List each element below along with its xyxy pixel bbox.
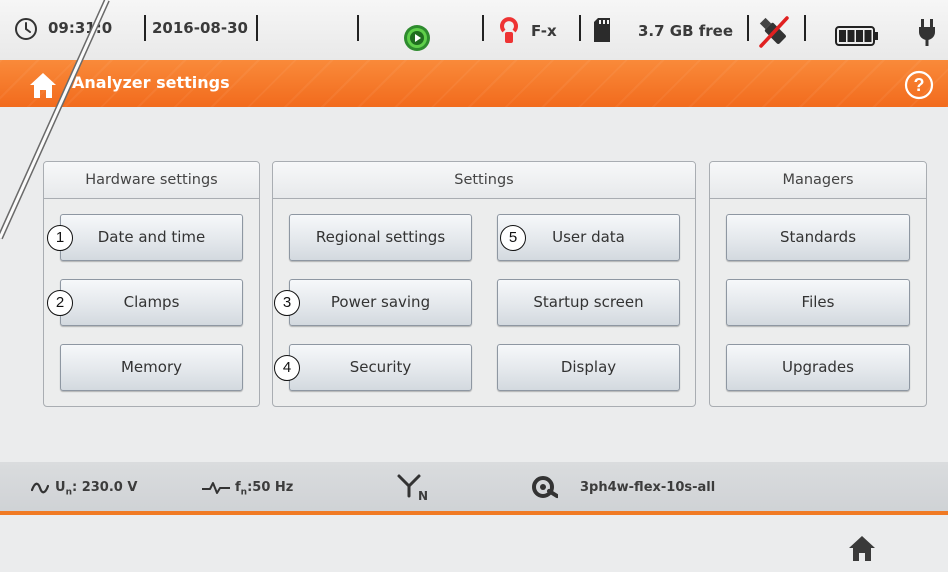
help-icon[interactable]: ? [904, 70, 934, 100]
clamps-button[interactable]: Clamps [60, 279, 243, 326]
managers-title: Managers [710, 162, 926, 199]
security-button[interactable]: Security [289, 344, 472, 391]
status-divider [482, 15, 484, 41]
power-saving-button[interactable]: Power saving [289, 279, 472, 326]
play-icon[interactable] [403, 24, 431, 52]
settings-title: Settings [273, 162, 695, 199]
status-divider [804, 15, 806, 41]
standards-button[interactable]: Standards [726, 214, 910, 261]
status-date: 2016-08-30 [152, 19, 248, 37]
files-button[interactable]: Files [726, 279, 910, 326]
config-icon [532, 476, 558, 498]
nominal-frequency: fn:50 Hz [235, 480, 294, 498]
usb-disconnected-icon [759, 16, 789, 48]
startup-screen-button[interactable]: Startup screen [497, 279, 680, 326]
footer-panel [0, 515, 948, 572]
regional-settings-button[interactable]: Regional settings [289, 214, 472, 261]
status-divider [747, 15, 749, 41]
status-divider [256, 15, 258, 41]
storage-free: 3.7 GB free [638, 22, 734, 40]
clamp-type: F-x [531, 22, 557, 40]
home-icon[interactable] [28, 71, 58, 99]
nominal-voltage: Un: 230.0 V [55, 480, 138, 498]
page-title: Analyzer settings [72, 73, 230, 92]
measurement-configuration: 3ph4w-flex-10s-all [580, 480, 716, 495]
memory-button[interactable]: Memory [60, 344, 243, 391]
sd-card-icon [594, 18, 610, 42]
neutral-subscript: N [418, 489, 429, 503]
measurement-bar [0, 462, 948, 514]
callout-3: 3 [274, 290, 300, 316]
battery-icon [835, 26, 878, 46]
upgrades-button[interactable]: Upgrades [726, 344, 910, 391]
plug-icon [919, 19, 935, 46]
home-icon[interactable] [847, 534, 877, 562]
status-divider [579, 15, 581, 41]
callout-5: 5 [500, 225, 526, 251]
ac-wave-icon [31, 482, 49, 494]
callout-2: 2 [47, 290, 73, 316]
hardware-settings-title: Hardware settings [44, 162, 259, 199]
status-divider [144, 15, 146, 41]
status-time: 09:31:0 [48, 19, 113, 37]
display-button[interactable]: Display [497, 344, 680, 391]
callout-4: 4 [274, 355, 300, 381]
callout-1: 1 [47, 225, 73, 251]
clamp-icon [500, 17, 518, 43]
clock-icon [15, 18, 37, 40]
date-and-time-button[interactable]: Date and time [60, 214, 243, 261]
frequency-icon [202, 482, 230, 494]
svg-text:?: ? [914, 75, 925, 95]
status-divider [357, 15, 359, 41]
